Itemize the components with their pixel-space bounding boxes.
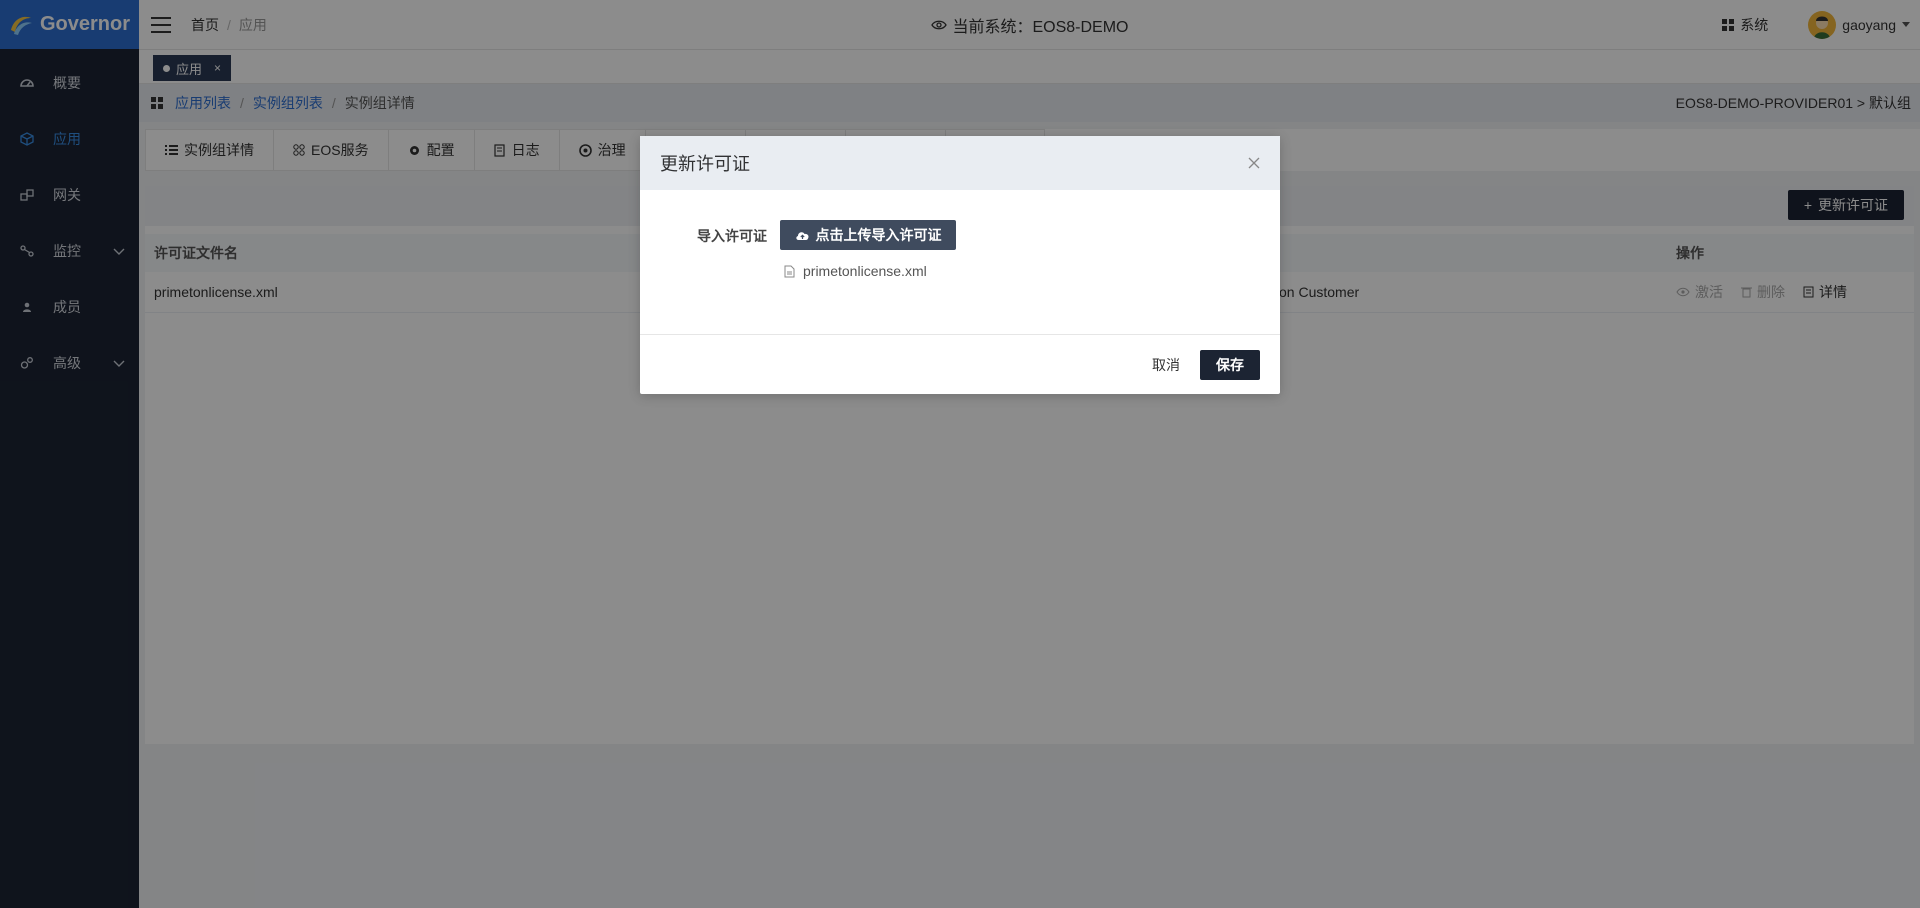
close-icon[interactable] <box>1248 157 1260 169</box>
dialog-footer: 取消 保存 <box>640 334 1280 394</box>
cloud-upload-icon <box>795 231 809 240</box>
cancel-button[interactable]: 取消 <box>1146 349 1186 381</box>
import-license-label: 导入许可证 <box>697 228 767 244</box>
update-license-dialog: 更新许可证 导入许可证 点击上传导入许可证 primetonlicense.xm… <box>640 136 1280 394</box>
document-icon <box>784 265 795 277</box>
dialog-body: 导入许可证 点击上传导入许可证 primetonlicense.xml <box>640 190 1280 334</box>
dialog-title: 更新许可证 <box>660 154 750 174</box>
upload-license-label: 点击上传导入许可证 <box>815 227 942 243</box>
uploaded-file-name: primetonlicense.xml <box>803 263 927 279</box>
uploaded-file-item[interactable]: primetonlicense.xml <box>784 263 927 279</box>
upload-license-button[interactable]: 点击上传导入许可证 <box>780 220 956 250</box>
save-button[interactable]: 保存 <box>1200 349 1260 380</box>
dialog-header: 更新许可证 <box>640 136 1280 190</box>
